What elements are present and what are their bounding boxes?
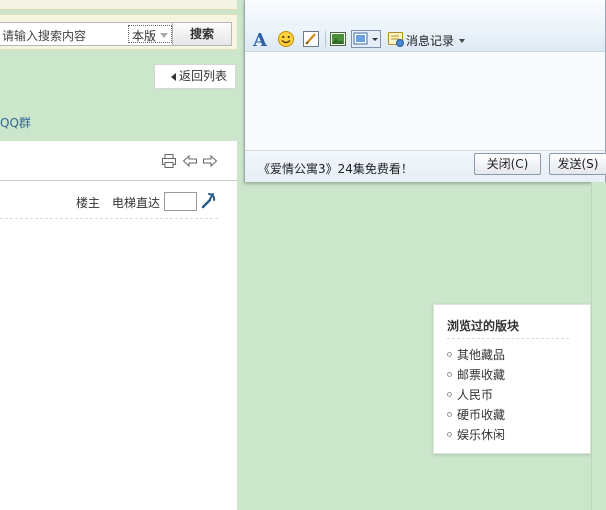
close-button[interactable]: 关闭(C) (474, 153, 541, 175)
image-icon[interactable] (329, 30, 347, 48)
history-icon[interactable] (387, 30, 405, 48)
back-arrow-icon (171, 73, 176, 81)
post-toolbar (0, 141, 237, 181)
chat-toolbar: A 消息记录 (245, 26, 605, 52)
list-item[interactable]: 邮票收藏 (447, 365, 505, 385)
forum-column: 请输入搜索内容 本版 搜索 返回列表 QQ群 楼主 电梯直达 (0, 0, 237, 510)
post-panel: 楼主 电梯直达 (0, 141, 237, 510)
post-meta: 楼主 电梯直达 (0, 181, 218, 219)
svg-text:A: A (252, 30, 268, 48)
chat-message-input[interactable] (245, 52, 605, 150)
promo-link[interactable]: 《爱情公寓3》24集免费看！ (258, 160, 413, 177)
prev-thread-icon[interactable] (182, 153, 198, 169)
list-item[interactable]: 硬币收藏 (447, 405, 505, 425)
search-scope-value: 本版 (132, 29, 157, 43)
bullet-icon (447, 412, 452, 417)
print-icon[interactable] (161, 153, 177, 169)
elevator-label: 电梯直达 (112, 196, 161, 210)
pen-icon[interactable] (302, 30, 320, 48)
message-history-button[interactable]: 消息记录 (406, 32, 454, 49)
back-to-list-label: 返回列表 (179, 69, 228, 83)
author-label: 楼主 (76, 196, 101, 210)
chat-window: A 消息记录 《爱情公寓3》24集免费看！ 关闭(C) 发送(S) (244, 0, 606, 182)
list-item[interactable]: 其他藏品 (447, 345, 505, 365)
list-item[interactable]: 人民币 (447, 385, 505, 405)
list-item-label: 邮票收藏 (457, 368, 506, 382)
search-button[interactable]: 搜索 (172, 22, 232, 46)
search-scope-select[interactable]: 本版 (128, 25, 172, 43)
browsed-forums-title: 浏览过的版块 (447, 319, 520, 333)
next-thread-icon[interactable] (202, 153, 218, 169)
font-icon[interactable]: A (252, 30, 270, 48)
list-item-label: 人民币 (457, 388, 494, 402)
emoji-icon[interactable] (277, 30, 295, 48)
chevron-down-icon (160, 33, 168, 38)
list-item-label: 其他藏品 (457, 348, 506, 362)
list-item-label: 硬币收藏 (457, 408, 506, 422)
bullet-icon (447, 352, 452, 357)
toolbar-separator (325, 31, 326, 47)
bullet-icon (447, 372, 452, 377)
search-placeholder: 请输入搜索内容 (2, 29, 87, 43)
chevron-down-icon[interactable] (459, 39, 465, 43)
bullet-icon (447, 392, 452, 397)
chat-header (245, 0, 605, 26)
floor-number-input[interactable] (164, 192, 197, 211)
chat-footer: 《爱情公寓3》24集免费看！ 关闭(C) 发送(S) (245, 150, 606, 182)
qq-group-link[interactable]: QQ群 (0, 114, 31, 131)
elevator-go-icon[interactable] (200, 191, 218, 209)
send-button[interactable]: 发送(S) (549, 153, 606, 175)
page-scroll-edge (591, 182, 606, 510)
screenshot-icon[interactable] (351, 30, 381, 48)
list-item[interactable]: 娱乐休闲 (447, 425, 505, 445)
browsed-forums-panel: 浏览过的版块 其他藏品 邮票收藏 人民币 硬币收藏 娱乐休闲 (433, 304, 591, 454)
search-input[interactable]: 请输入搜索内容 本版 (0, 22, 174, 46)
bullet-icon (447, 432, 452, 437)
top-strip (0, 0, 237, 10)
list-item-label: 娱乐休闲 (457, 428, 506, 442)
browsed-forums-list: 其他藏品 邮票收藏 人民币 硬币收藏 娱乐休闲 (447, 345, 505, 445)
divider (447, 338, 569, 339)
search-bar: 请输入搜索内容 本版 搜索 (0, 14, 237, 50)
back-to-list-button[interactable]: 返回列表 (154, 64, 236, 89)
